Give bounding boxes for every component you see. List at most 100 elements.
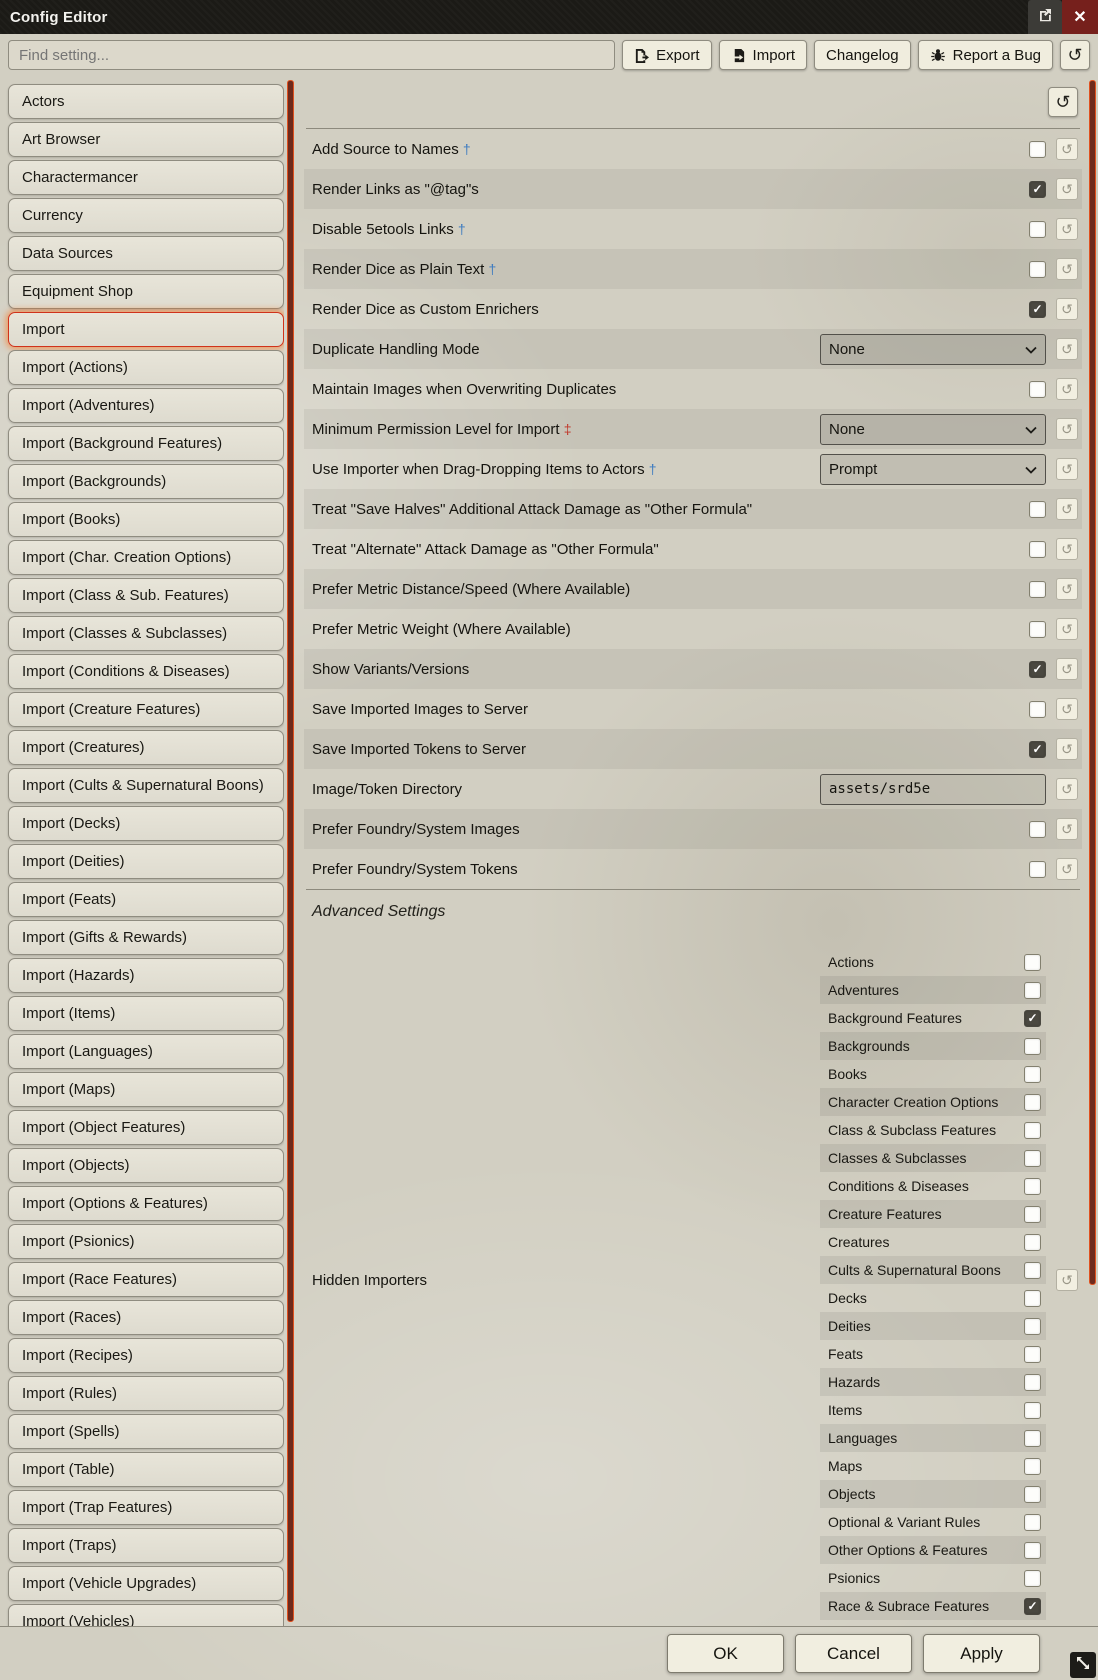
checkbox[interactable]: ✓ [1024, 1206, 1041, 1223]
reset-setting-button[interactable]: ↺ [1056, 258, 1078, 280]
search-input[interactable] [8, 40, 615, 70]
reset-setting-button[interactable]: ↺ [1056, 698, 1078, 720]
reset-all-button[interactable]: ↺ [1060, 40, 1090, 70]
sidebar-item-import-deities[interactable]: Import (Deities) [8, 844, 284, 879]
checkbox[interactable]: ✓ [1024, 1010, 1041, 1027]
changelog-button[interactable]: Changelog [814, 40, 911, 70]
checkbox[interactable]: ✓ [1029, 501, 1046, 518]
sidebar-item-import-vehicle-upgrades[interactable]: Import (Vehicle Upgrades) [8, 1566, 284, 1601]
sidebar-item-import-race-features[interactable]: Import (Race Features) [8, 1262, 284, 1297]
sidebar-item-import-books[interactable]: Import (Books) [8, 502, 284, 537]
sidebar-item-import-creature-features[interactable]: Import (Creature Features) [8, 692, 284, 727]
text-input[interactable]: assets/srd5e [820, 774, 1046, 805]
checkbox[interactable]: ✓ [1024, 1038, 1041, 1055]
checkbox[interactable]: ✓ [1024, 1094, 1041, 1111]
reset-setting-button[interactable]: ↺ [1056, 538, 1078, 560]
checkbox[interactable]: ✓ [1024, 1458, 1041, 1475]
sidebar-item-import-actions[interactable]: Import (Actions) [8, 350, 284, 385]
sidebar-item-currency[interactable]: Currency [8, 198, 284, 233]
sidebar-item-import-cults-supernatural-boons[interactable]: Import (Cults & Supernatural Boons) [8, 768, 284, 803]
checkbox[interactable]: ✓ [1024, 1570, 1041, 1587]
reset-setting-button[interactable]: ↺ [1056, 138, 1078, 160]
sidebar-item-import-vehicles[interactable]: Import (Vehicles) [8, 1604, 284, 1626]
checkbox[interactable]: ✓ [1024, 1402, 1041, 1419]
reset-setting-button[interactable]: ↺ [1056, 218, 1078, 240]
checkbox[interactable]: ✓ [1024, 1346, 1041, 1363]
sidebar-scrollbar[interactable] [284, 76, 298, 1626]
reset-setting-button[interactable]: ↺ [1056, 418, 1078, 440]
sidebar-scrollbar-thumb[interactable] [287, 80, 294, 1622]
reset-setting-button[interactable]: ↺ [1056, 618, 1078, 640]
checkbox[interactable]: ✓ [1029, 621, 1046, 638]
sidebar-item-import-maps[interactable]: Import (Maps) [8, 1072, 284, 1107]
sidebar-item-import-items[interactable]: Import (Items) [8, 996, 284, 1031]
checkbox[interactable]: ✓ [1029, 221, 1046, 238]
checkbox[interactable]: ✓ [1024, 1430, 1041, 1447]
sidebar-item-import-adventures[interactable]: Import (Adventures) [8, 388, 284, 423]
reset-setting-button[interactable]: ↺ [1056, 458, 1078, 480]
export-button[interactable]: Export [622, 40, 711, 70]
sidebar-item-import-races[interactable]: Import (Races) [8, 1300, 284, 1335]
close-button[interactable]: ✕ [1062, 0, 1098, 34]
reset-setting-button[interactable]: ↺ [1056, 578, 1078, 600]
sidebar-item-import-table[interactable]: Import (Table) [8, 1452, 284, 1487]
report-bug-button[interactable]: Report a Bug [918, 40, 1053, 70]
sidebar-item-import-feats[interactable]: Import (Feats) [8, 882, 284, 917]
sidebar-item-import-traps[interactable]: Import (Traps) [8, 1528, 284, 1563]
sidebar-item-import-class-sub-features[interactable]: Import (Class & Sub. Features) [8, 578, 284, 613]
sidebar-item-import-creatures[interactable]: Import (Creatures) [8, 730, 284, 765]
checkbox[interactable]: ✓ [1029, 541, 1046, 558]
sidebar-item-import-classes-subclasses[interactable]: Import (Classes & Subclasses) [8, 616, 284, 651]
popout-button[interactable] [1028, 0, 1062, 34]
reset-setting-button[interactable]: ↺ [1056, 858, 1078, 880]
main-scrollbar-thumb[interactable] [1089, 80, 1096, 1285]
reset-setting-button[interactable]: ↺ [1056, 738, 1078, 760]
checkbox[interactable]: ✓ [1024, 1122, 1041, 1139]
checkbox[interactable]: ✓ [1024, 1598, 1041, 1615]
checkbox[interactable]: ✓ [1024, 1374, 1041, 1391]
sidebar-item-import-backgrounds[interactable]: Import (Backgrounds) [8, 464, 284, 499]
checkbox[interactable]: ✓ [1029, 741, 1046, 758]
checkbox[interactable]: ✓ [1024, 1150, 1041, 1167]
checkbox[interactable]: ✓ [1024, 1234, 1041, 1251]
checkbox[interactable]: ✓ [1029, 381, 1046, 398]
checkbox[interactable]: ✓ [1029, 701, 1046, 718]
checkbox[interactable]: ✓ [1029, 581, 1046, 598]
sidebar-item-import-hazards[interactable]: Import (Hazards) [8, 958, 284, 993]
checkbox[interactable]: ✓ [1029, 141, 1046, 158]
sidebar-item-import-gifts-rewards[interactable]: Import (Gifts & Rewards) [8, 920, 284, 955]
sidebar-item-import-background-features[interactable]: Import (Background Features) [8, 426, 284, 461]
checkbox[interactable]: ✓ [1024, 1262, 1041, 1279]
checkbox[interactable]: ✓ [1029, 821, 1046, 838]
sidebar-item-import-rules[interactable]: Import (Rules) [8, 1376, 284, 1411]
reset-setting-button[interactable]: ↺ [1056, 298, 1078, 320]
sidebar-item-import-spells[interactable]: Import (Spells) [8, 1414, 284, 1449]
sidebar-item-data-sources[interactable]: Data Sources [8, 236, 284, 271]
checkbox[interactable]: ✓ [1029, 181, 1046, 198]
reset-setting-button[interactable]: ↺ [1056, 378, 1078, 400]
reset-setting-button[interactable]: ↺ [1056, 338, 1078, 360]
checkbox[interactable]: ✓ [1024, 1542, 1041, 1559]
sidebar-item-equipment-shop[interactable]: Equipment Shop [8, 274, 284, 309]
checkbox[interactable]: ✓ [1024, 1318, 1041, 1335]
sidebar-item-import-options-features[interactable]: Import (Options & Features) [8, 1186, 284, 1221]
checkbox[interactable]: ✓ [1029, 661, 1046, 678]
main-scrollbar[interactable] [1086, 76, 1098, 1626]
reset-setting-button[interactable]: ↺ [1056, 818, 1078, 840]
checkbox[interactable]: ✓ [1024, 1290, 1041, 1307]
checkbox[interactable]: ✓ [1029, 301, 1046, 318]
sidebar-item-import-objects[interactable]: Import (Objects) [8, 1148, 284, 1183]
sidebar-item-import-decks[interactable]: Import (Decks) [8, 806, 284, 841]
select-dropdown[interactable]: None [820, 334, 1046, 365]
sidebar-item-import-char-creation-options[interactable]: Import (Char. Creation Options) [8, 540, 284, 575]
sidebar-item-import-trap-features[interactable]: Import (Trap Features) [8, 1490, 284, 1525]
apply-button[interactable]: Apply [923, 1634, 1040, 1673]
sidebar-item-import-object-features[interactable]: Import (Object Features) [8, 1110, 284, 1145]
checkbox[interactable]: ✓ [1029, 261, 1046, 278]
checkbox[interactable]: ✓ [1024, 1486, 1041, 1503]
import-button[interactable]: Import [719, 40, 808, 70]
ok-button[interactable]: OK [667, 1634, 784, 1673]
cancel-button[interactable]: Cancel [795, 1634, 912, 1673]
resize-handle[interactable] [1070, 1652, 1096, 1678]
sidebar-item-actors[interactable]: Actors [8, 84, 284, 119]
